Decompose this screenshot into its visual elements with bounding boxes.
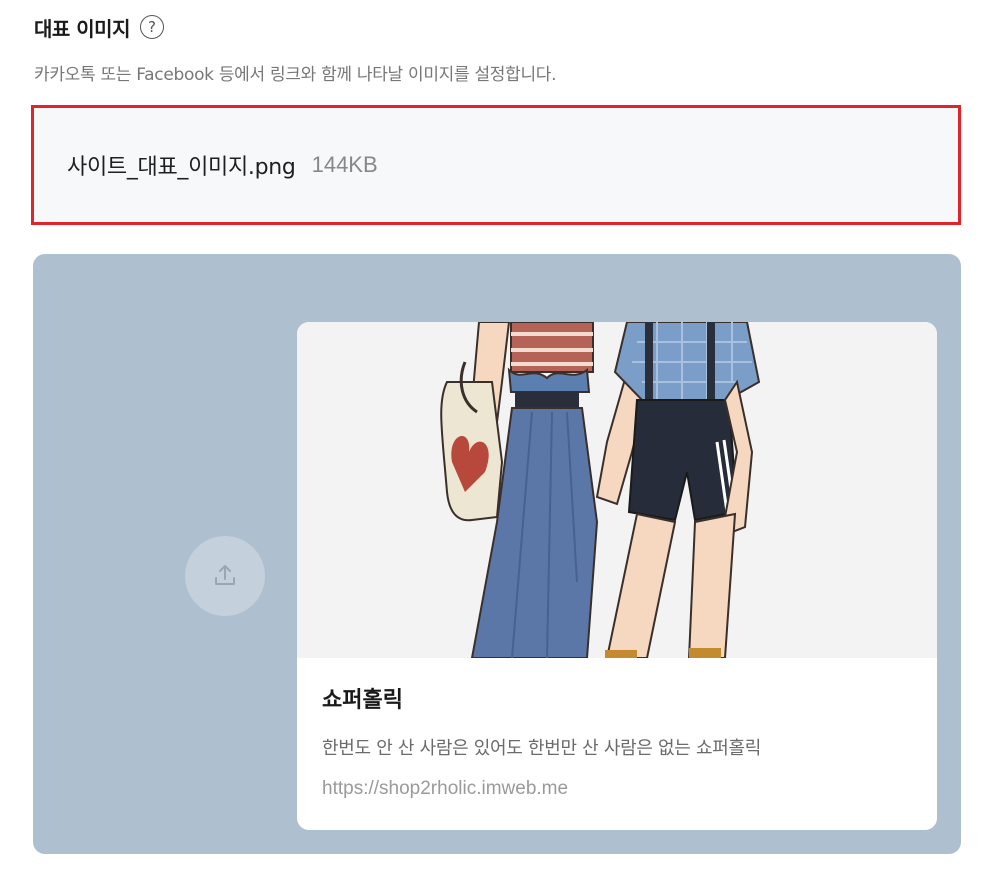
preview-image — [297, 322, 937, 658]
section-description: 카카오톡 또는 Facebook 등에서 링크와 함께 나타날 이미지를 설정합… — [34, 65, 557, 85]
section-title: 대표 이미지 — [34, 16, 130, 41]
upload-button[interactable] — [185, 536, 265, 616]
file-size: 144KB — [311, 152, 378, 177]
preview-description: 한번도 안 산 사람은 있어도 한번만 산 사람은 없는 쇼퍼홀릭 — [322, 738, 762, 759]
preview-area: 쇼퍼홀릭 한번도 안 산 사람은 있어도 한번만 산 사람은 없는 쇼퍼홀릭 h… — [33, 254, 961, 854]
section-header: 대표 이미지 ? — [34, 10, 164, 44]
link-preview-card: 쇼퍼홀릭 한번도 안 산 사람은 있어도 한번만 산 사람은 없는 쇼퍼홀릭 h… — [297, 322, 937, 830]
file-name: 사이트_대표_이미지.png — [67, 155, 296, 180]
question-circle-icon[interactable]: ? — [139, 15, 164, 39]
preview-url[interactable]: https://shop2rholic.imweb.me — [322, 778, 568, 800]
upload-icon — [215, 565, 235, 585]
file-info-box[interactable]: 사이트_대표_이미지.png 144KB — [31, 105, 961, 225]
preview-title: 쇼퍼홀릭 — [322, 688, 403, 713]
two-people-illustration — [440, 322, 761, 658]
